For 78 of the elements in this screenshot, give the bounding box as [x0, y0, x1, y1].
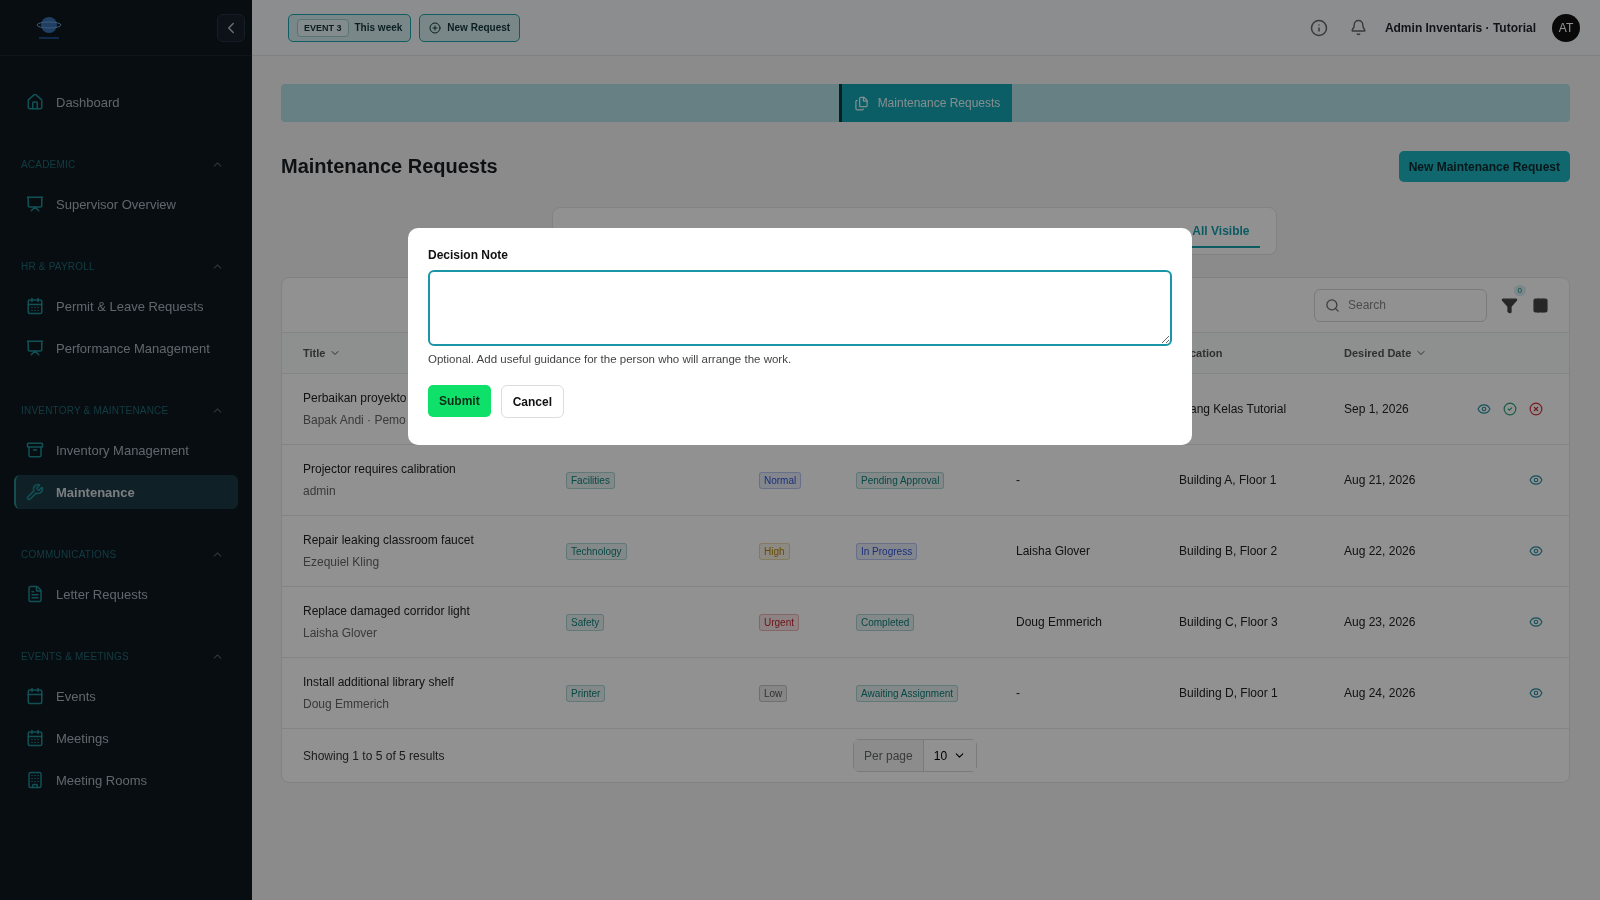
requester-name: Laisha Glover — [303, 626, 378, 640]
table-cell: Aug 21, 2026 — [1344, 473, 1416, 487]
request-title: Perbaikan proyekto — [303, 391, 407, 405]
approve-icon[interactable] — [1503, 402, 1517, 416]
reject-icon[interactable] — [1529, 402, 1543, 416]
table-cell: Aug 24, 2026 — [1344, 686, 1416, 700]
sidebar-item[interactable]: Meeting Rooms — [14, 763, 238, 797]
field-label: Decision Note — [428, 248, 508, 262]
table-cell: Building D, Floor 1 — [1179, 686, 1278, 700]
notification-bell-icon[interactable] — [1349, 19, 1367, 36]
new-request-button[interactable]: New Request — [419, 13, 521, 42]
table-cell: Building B, Floor 2 — [1179, 544, 1278, 558]
field-hint: Optional. Add useful guidance for the person who will arrange the work. — [428, 353, 792, 365]
sidebar-item[interactable]: Supervisor Overview — [14, 187, 238, 221]
house-icon — [26, 93, 44, 111]
filter-count: 0 — [1513, 284, 1526, 296]
column-header[interactable]: Title — [303, 347, 342, 359]
column-header: cation — [1190, 347, 1223, 359]
submit-button[interactable]: Submit — [428, 385, 491, 417]
table-cell: Building A, Floor 1 — [1179, 473, 1277, 487]
search-icon — [1325, 297, 1340, 313]
collapse-sidebar-button[interactable] — [217, 13, 245, 42]
calendar-icon — [26, 687, 44, 705]
decision-note-field[interactable] — [428, 270, 1172, 346]
cancel-button[interactable]: Cancel — [500, 385, 565, 418]
event-chip[interactable]: EVENT 3 This week — [288, 13, 412, 42]
sidebar-item[interactable]: Inventory Management — [14, 433, 238, 467]
archive-box-icon — [26, 441, 44, 459]
table-cell: Aug 22, 2026 — [1344, 544, 1416, 558]
sidebar-item[interactable]: Events — [14, 679, 238, 713]
event-period: This week — [354, 22, 403, 33]
sidebar-item[interactable]: Meetings — [14, 721, 238, 755]
requester-name: admin — [303, 484, 336, 498]
results-summary: Showing 1 to 5 of 5 results — [303, 748, 446, 763]
request-title: Replace damaged corridor light — [303, 604, 470, 618]
per-page-label: Per page — [854, 740, 924, 771]
plus-icon — [429, 21, 442, 34]
calendar-icon — [26, 729, 44, 747]
view-icon[interactable] — [1529, 473, 1543, 487]
search-field[interactable]: Search — [1314, 288, 1487, 322]
user-name: Admin Inventaris · Tutorial — [1384, 20, 1536, 35]
table-cell: Laisha Glover — [1016, 544, 1091, 558]
view-icon[interactable] — [1529, 544, 1543, 558]
sidebar-item[interactable]: Letter Requests — [14, 577, 238, 611]
wrench-icon — [26, 483, 44, 501]
calendar-icon — [26, 297, 44, 315]
user-avatar[interactable]: AT — [1552, 13, 1580, 42]
document-icon — [26, 585, 44, 603]
presentation-board-icon — [26, 195, 44, 213]
view-icon[interactable] — [1477, 402, 1491, 416]
filter-icon[interactable] — [1501, 296, 1518, 314]
page-title: Maintenance Requests — [281, 155, 498, 178]
view-icon[interactable] — [1529, 615, 1543, 629]
view-icon[interactable] — [1529, 686, 1543, 700]
request-title: Repair leaking classroom faucet — [303, 533, 474, 547]
requester-name: Ezequiel Kling — [303, 555, 380, 569]
request-title: Projector requires calibration — [303, 462, 456, 476]
sidebar-item[interactable]: Performance Management — [14, 331, 238, 365]
sidebar-item[interactable]: Maintenance — [14, 475, 238, 509]
table-cell: - — [1016, 686, 1020, 700]
requester-name: Bapak Andi · Pemo — [303, 413, 406, 427]
table-cell: - — [1016, 473, 1020, 487]
sidebar-item[interactable]: Permit & Leave Requests — [14, 289, 238, 323]
table-cell: Aug 23, 2026 — [1344, 615, 1416, 629]
breadcrumb-tab[interactable]: Maintenance Requests — [838, 84, 1013, 122]
info-icon[interactable] — [1309, 18, 1328, 37]
table-cell: Building C, Floor 3 — [1179, 615, 1278, 629]
request-title: Install additional library shelf — [303, 675, 454, 689]
new-maintenance-request-button[interactable]: New Maintenance Request — [1398, 151, 1570, 182]
documents-icon — [853, 95, 869, 111]
building-icon — [26, 771, 44, 789]
column-header[interactable]: Desired Date — [1344, 347, 1428, 359]
table-cell: Sep 1, 2026 — [1344, 402, 1409, 416]
table-cell: Doug Emmerich — [1016, 615, 1103, 629]
presentation-board-icon — [26, 339, 44, 357]
event-badge: EVENT 3 — [297, 18, 349, 37]
requester-name: Doug Emmerich — [303, 697, 390, 711]
sidebar-item[interactable]: Dashboard — [14, 85, 238, 119]
